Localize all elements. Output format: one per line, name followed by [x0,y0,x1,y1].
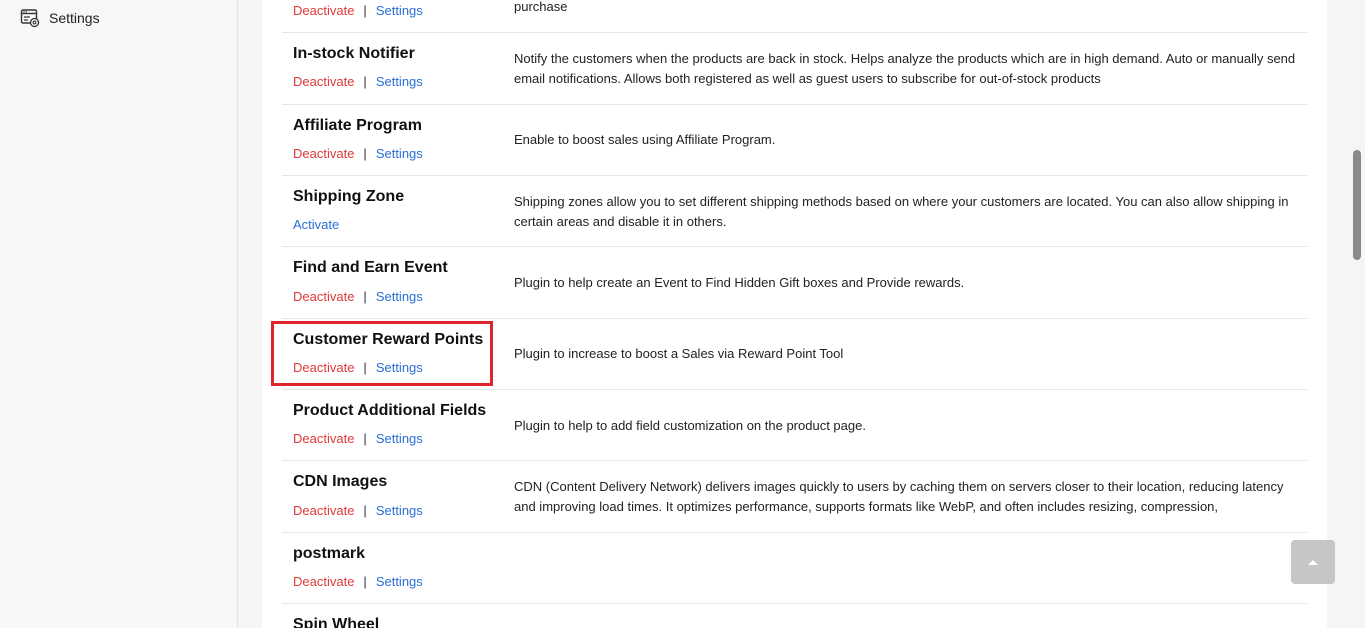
plugin-row: Spin Wheel [282,604,1307,628]
plugin-description: Plugin to increase to boost a Sales via … [514,346,844,361]
plugin-actions: Deactivate | Settings [293,574,423,589]
deactivate-link[interactable]: Deactivate [293,431,354,446]
plugin-row: Shipping Zone Activate Shipping zones al… [282,176,1307,247]
plugin-actions: Deactivate | Settings [293,360,423,375]
plugin-actions: Deactivate | Settings [293,74,423,89]
plugin-name: In-stock Notifier [293,45,415,62]
action-separator: | [363,146,367,161]
action-separator: | [363,3,367,18]
plugin-description: Plugin to help create an Event to Find H… [514,275,965,290]
action-separator: | [363,503,367,518]
chevron-up-icon [1308,560,1318,565]
action-separator: | [363,431,367,446]
plugin-description: Plugin to help to add field customizatio… [514,418,866,433]
plugin-row: In-stock Notifier Deactivate | Settings … [282,33,1307,105]
deactivate-link[interactable]: Deactivate [293,146,354,161]
plugin-row: CDN Images Deactivate | Settings CDN (Co… [282,461,1307,533]
plugin-actions: Deactivate | Settings [293,146,423,161]
plugin-actions: Deactivate | Settings [293,3,423,18]
plugin-name: CDN Images [293,473,388,490]
settings-link[interactable]: Settings [376,146,423,161]
action-separator: | [363,74,367,89]
plugin-name: Spin Wheel [293,616,380,628]
action-separator: | [363,289,367,304]
plugin-row: Product Additional Fields Deactivate | S… [282,390,1307,461]
plugin-name: Customer Reward Points [293,331,484,348]
settings-link[interactable]: Settings [376,360,423,375]
settings-link[interactable]: Settings [376,289,423,304]
plugin-description: CDN (Content Delivery Network) delivers … [514,479,1284,514]
settings-link[interactable]: Settings [376,574,423,589]
plugin-name: Find and Earn Event [293,259,448,276]
settings-link[interactable]: Settings [376,503,423,518]
plugin-actions: Deactivate | Settings [293,431,423,446]
plugin-actions: Deactivate | Settings [293,503,423,518]
scroll-to-top-button[interactable] [1291,540,1335,584]
sidebar-item-label: Settings [49,10,100,26]
plugin-row: postmark Deactivate | Settings [282,533,1307,604]
plugin-row: Affiliate Program Deactivate | Settings … [282,105,1307,176]
plugin-row: Find and Earn Event Deactivate | Setting… [282,247,1307,319]
sidebar-item-settings[interactable]: Settings [20,8,100,28]
plugin-name: Shipping Zone [293,188,405,205]
deactivate-link[interactable]: Deactivate [293,360,354,375]
plugin-description: purchase [514,0,568,14]
plugin-description: Shipping zones allow you to set differen… [514,194,1289,229]
plugin-name: Affiliate Program [293,117,422,134]
plugin-row: Deactivate | Settings purchase [282,0,1307,33]
deactivate-link[interactable]: Deactivate [293,3,354,18]
action-separator: | [363,360,367,375]
deactivate-link[interactable]: Deactivate [293,289,354,304]
settings-link[interactable]: Settings [376,431,423,446]
plugin-name: Product Additional Fields [293,402,487,419]
plugins-panel: Deactivate | Settings purchase In-stock … [262,0,1327,628]
plugin-description: Notify the customers when the products a… [514,51,1296,86]
action-separator: | [363,574,367,589]
plugin-description: Enable to boost sales using Affiliate Pr… [514,132,776,147]
settings-link[interactable]: Settings [376,74,423,89]
plugin-name: postmark [293,545,366,562]
plugin-actions: Activate [293,217,339,232]
deactivate-link[interactable]: Deactivate [293,503,354,518]
plugin-row: Customer Reward Points Deactivate | Sett… [282,319,1307,390]
activate-link[interactable]: Activate [293,217,339,232]
plugin-actions: Deactivate | Settings [293,289,423,304]
scrollbar-thumb[interactable] [1353,150,1361,260]
deactivate-link[interactable]: Deactivate [293,574,354,589]
settings-window-icon [20,9,40,28]
deactivate-link[interactable]: Deactivate [293,74,354,89]
sidebar: Settings [0,0,238,628]
settings-link[interactable]: Settings [376,3,423,18]
